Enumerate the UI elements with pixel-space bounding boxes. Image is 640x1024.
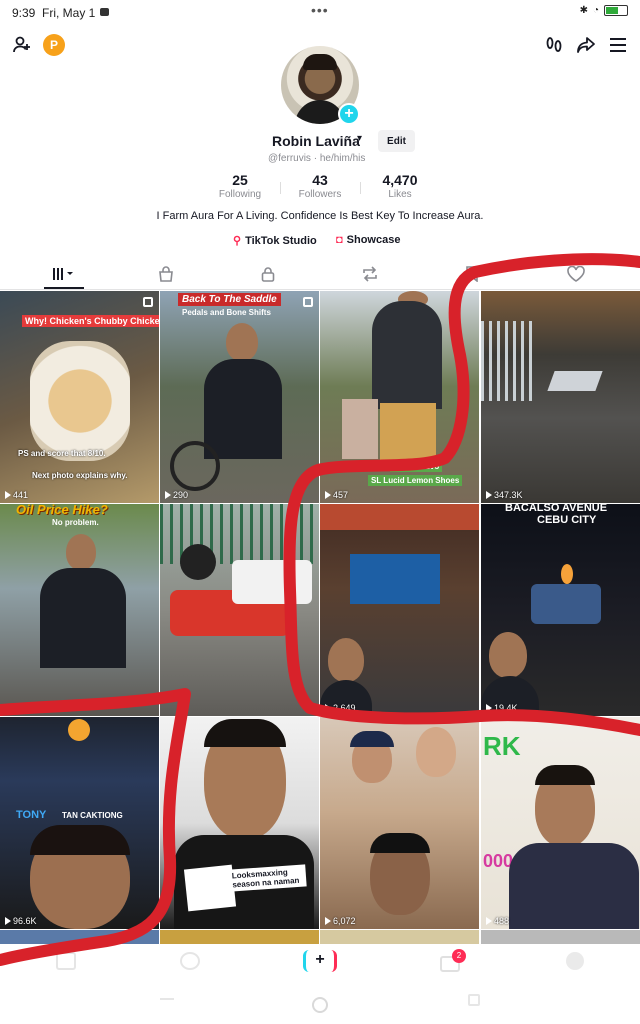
edit-profile-button[interactable]: Edit xyxy=(378,130,415,152)
video-thumbnail[interactable]: Looksmaxxing season na naman xyxy=(160,717,319,929)
recents-gesture[interactable] xyxy=(468,994,480,1006)
add-friend-icon[interactable] xyxy=(11,34,33,56)
profile-handle: @ferruvis · he/him/his xyxy=(268,153,366,164)
coin-icon[interactable]: P xyxy=(43,34,65,56)
add-story-icon[interactable]: + xyxy=(338,103,360,125)
menu-icon[interactable] xyxy=(607,34,629,56)
status-icons: ✱ ◔ xyxy=(580,5,628,16)
studio-icon: ⚲ xyxy=(233,235,242,247)
profile-name: Robin Laviña xyxy=(272,133,360,149)
video-thumbnail[interactable]: TONY TAN CAKTIONG 96.6K xyxy=(0,717,159,929)
video-thumbnail[interactable]: Oil Price Hike? No problem. xyxy=(0,504,159,716)
stat-followers[interactable]: 43 Followers xyxy=(285,172,355,200)
tab-liked[interactable] xyxy=(561,264,591,284)
footprint-icon[interactable] xyxy=(543,34,565,56)
view-count: 457 xyxy=(325,490,348,500)
video-thumbnail[interactable] xyxy=(0,930,159,944)
chevron-down-icon[interactable]: ▾ xyxy=(357,133,362,144)
status-bar: 9:39 Fri, May 1 ••• ✱ ◔ xyxy=(0,0,640,26)
multi-photo-icon xyxy=(303,297,313,307)
view-count: 2,649 xyxy=(325,703,356,713)
video-thumbnail[interactable] xyxy=(481,930,640,944)
video-thumbnail[interactable]: Why! Chicken's Chubby Chicken PS and sco… xyxy=(0,291,159,503)
tab-reposts[interactable] xyxy=(355,264,385,284)
grid-icon xyxy=(53,268,73,280)
wifi-icon: ◔ xyxy=(592,5,599,16)
video-thumbnail[interactable] xyxy=(320,930,479,944)
tab-private[interactable] xyxy=(253,264,283,284)
video-thumbnail[interactable]: Adizero Evo SL Lucid Lemon Shoes 457 xyxy=(320,291,479,503)
tab-videos[interactable] xyxy=(49,264,79,284)
system-nav-bar xyxy=(0,980,640,1024)
battery-icon xyxy=(604,5,628,16)
multi-photo-icon xyxy=(143,297,153,307)
nav-home-icon[interactable] xyxy=(56,952,76,970)
tiktok-studio-link[interactable]: ⚲ TikTok Studio xyxy=(233,234,317,248)
view-count: 441 xyxy=(5,490,28,500)
view-count: 96.6K xyxy=(5,916,37,926)
shop-icon xyxy=(159,266,173,282)
divider xyxy=(360,182,361,194)
message-notification-icon xyxy=(100,8,109,16)
tab-favorites[interactable] xyxy=(457,264,487,284)
view-count: 19.4K xyxy=(486,703,518,713)
status-date: Fri, May 1 xyxy=(42,6,96,20)
active-tab-indicator xyxy=(44,287,84,289)
nav-friends-icon[interactable] xyxy=(180,952,200,970)
view-count: 6,072 xyxy=(325,916,356,926)
video-thumbnail[interactable]: 2,649 xyxy=(320,504,479,716)
stat-following[interactable]: 25 Following xyxy=(205,172,275,200)
home-gesture-icon[interactable] xyxy=(312,997,328,1013)
video-thumbnail[interactable]: Back To The Saddle Pedals and Bone Shift… xyxy=(160,291,319,503)
video-thumbnail[interactable]: RK 000 488 xyxy=(481,717,640,929)
video-thumbnail[interactable] xyxy=(160,504,319,716)
view-count: 290 xyxy=(165,490,188,500)
showcase-link[interactable]: ◘ Showcase xyxy=(336,234,400,246)
bookmark-icon xyxy=(466,266,478,282)
bag-icon: ◘ xyxy=(336,234,343,246)
video-thumbnail[interactable]: BACALSO AVENUE CEBU CITY 19.4K xyxy=(481,504,640,716)
tab-shop[interactable] xyxy=(151,264,181,284)
nav-profile-icon[interactable] xyxy=(566,952,584,970)
view-count: 347.3K xyxy=(486,490,523,500)
video-thumbnail[interactable]: 347.3K xyxy=(481,291,640,503)
profile-tabs xyxy=(0,258,640,290)
inbox-badge: 2 xyxy=(452,949,466,963)
stat-likes[interactable]: 4,470 Likes xyxy=(365,172,435,200)
share-icon[interactable] xyxy=(575,34,597,56)
lock-icon xyxy=(261,267,275,282)
status-time: 9:39 xyxy=(12,6,36,20)
heart-icon xyxy=(567,266,585,282)
divider xyxy=(280,182,281,194)
profile-bio: I Farm Aura For A Living. Confidence Is … xyxy=(156,210,484,222)
multitask-dots[interactable]: ••• xyxy=(311,2,329,18)
video-thumbnail[interactable]: 6,072 xyxy=(320,717,479,929)
view-count: 488 xyxy=(486,916,509,926)
video-thumbnail[interactable] xyxy=(160,930,319,944)
create-button[interactable]: + xyxy=(303,950,337,972)
back-gesture[interactable] xyxy=(160,998,174,1000)
bluetooth-icon: ✱ xyxy=(579,5,588,16)
repost-icon xyxy=(363,266,377,282)
